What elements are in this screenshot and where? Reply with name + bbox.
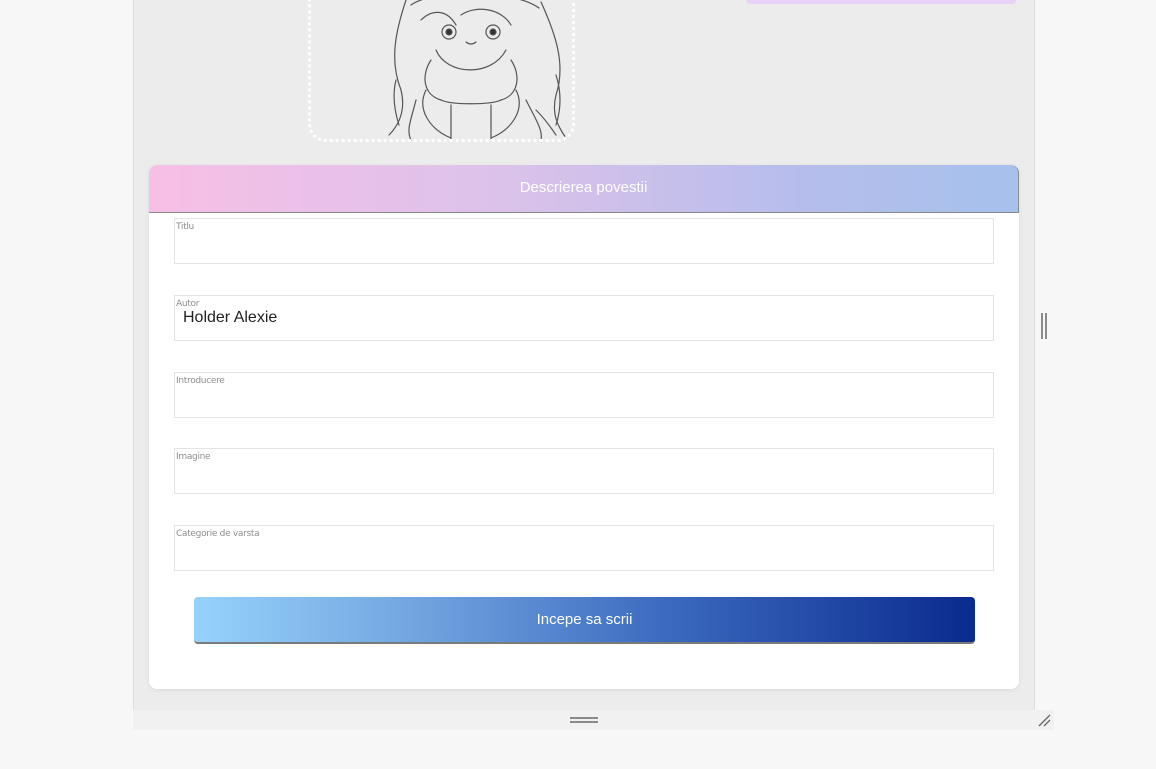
introduction-field-label: Introducere	[176, 376, 225, 386]
start-writing-button[interactable]: Incepe sa scrii	[194, 597, 975, 644]
anime-girl-sketch-image	[388, 0, 567, 139]
horizontal-resize-handle[interactable]	[570, 717, 598, 725]
age-category-field[interactable]: Categorie de varsta	[174, 525, 994, 571]
resize-corner-icon[interactable]	[1037, 713, 1051, 727]
author-field-label: Autor	[176, 299, 200, 309]
age-category-field-label: Categorie de varsta	[176, 529, 260, 539]
introduction-field[interactable]: Introducere	[174, 372, 994, 418]
image-field[interactable]: Imagine	[174, 448, 994, 494]
title-field-label: Titlu	[176, 222, 194, 232]
title-field[interactable]: Titlu	[174, 218, 994, 264]
vertical-resize-handle[interactable]	[1041, 313, 1047, 339]
story-description-card: Descrierea povestii Titlu Autor Holder A…	[149, 165, 1019, 689]
image-field-label: Imagine	[176, 452, 211, 462]
pink-accent-bar	[746, 0, 1016, 4]
author-field-value[interactable]: Holder Alexie	[183, 309, 277, 327]
card-header-title: Descrierea povestii	[149, 165, 1019, 213]
author-field[interactable]: Autor Holder Alexie	[174, 295, 994, 341]
avatar-image-dropzone[interactable]	[308, 0, 575, 142]
